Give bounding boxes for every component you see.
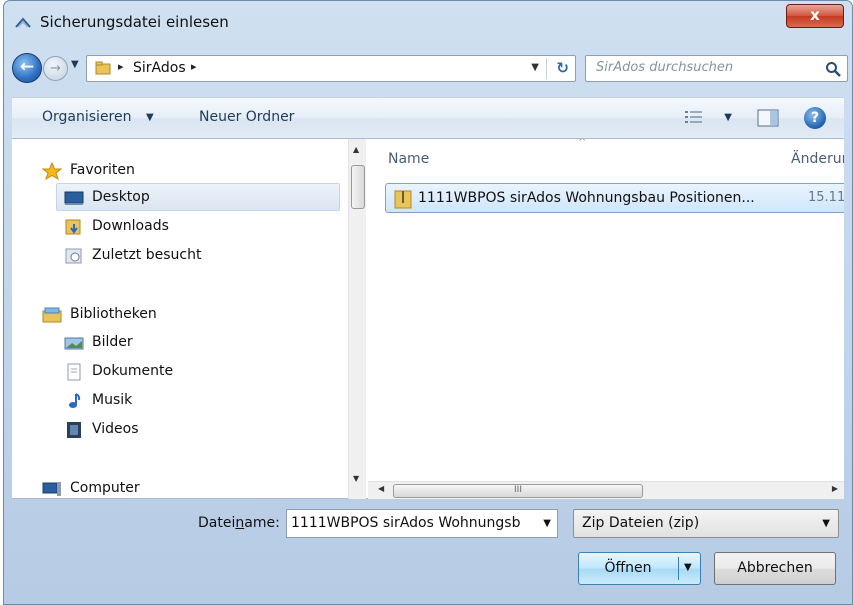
title-bar[interactable]: Sicherungsdatei einlesen x	[4, 1, 852, 45]
forward-button[interactable]: →	[43, 56, 68, 81]
file-open-dialog: Sicherungsdatei einlesen x ← → ▼ ▸ SirAd…	[3, 0, 853, 605]
open-button-label: Öffnen	[604, 560, 652, 576]
search-input[interactable]	[596, 60, 816, 75]
file-type-value: Zip Dateien (zip)	[582, 515, 700, 531]
downloads-folder-icon	[65, 219, 81, 235]
dialog-footer: Dateiname: ▼ Zip Dateien (zip) ▼ Öffnen …	[12, 500, 844, 600]
column-header-date[interactable]: Änderung	[791, 151, 844, 167]
recent-locations-dropdown-icon[interactable]: ▼	[71, 59, 79, 70]
libraries-icon	[42, 307, 62, 323]
nav-item-desktop[interactable]: Desktop	[56, 183, 340, 211]
open-options-dropdown-icon[interactable]: ▼	[684, 562, 692, 573]
preview-pane-icon[interactable]	[757, 108, 779, 128]
close-button[interactable]: x	[786, 4, 844, 28]
filename-field[interactable]	[291, 515, 535, 531]
nav-label: Zuletzt besucht	[92, 247, 202, 263]
open-button[interactable]: Öffnen ▼	[578, 552, 701, 585]
videos-icon	[67, 422, 81, 438]
nav-label: Desktop	[92, 189, 150, 205]
breadcrumb-separator[interactable]: ▸	[191, 60, 197, 73]
divider	[546, 58, 547, 79]
scroll-up-icon[interactable]: ▲	[353, 145, 359, 154]
file-type-select[interactable]: Zip Dateien (zip) ▼	[573, 509, 839, 538]
navigation-scrollbar[interactable]: ▲ ▼	[348, 139, 366, 499]
content-area: Favoriten Desktop Downloads Zuletzt besu…	[12, 139, 844, 499]
folder-icon	[95, 61, 111, 75]
horizontal-scrollbar[interactable]: ◀ III ▶	[368, 481, 844, 499]
back-button[interactable]: ←	[12, 53, 42, 83]
divider	[678, 557, 679, 580]
filename-combobox[interactable]: ▼	[286, 509, 558, 538]
nav-label: Musik	[92, 392, 133, 408]
zip-file-icon	[394, 190, 412, 209]
column-header-row: Name ^ Änderung	[368, 139, 844, 177]
scroll-thumb[interactable]: III	[393, 484, 643, 498]
search-icon[interactable]	[825, 61, 841, 77]
refresh-icon[interactable]: ↻	[556, 59, 569, 77]
breadcrumb-separator[interactable]: ▸	[118, 60, 124, 73]
scroll-down-icon[interactable]: ▼	[353, 474, 359, 483]
help-icon[interactable]: ?	[804, 107, 826, 129]
navigation-pane[interactable]: Favoriten Desktop Downloads Zuletzt besu…	[12, 139, 367, 499]
nav-label: Dokumente	[92, 363, 174, 379]
organize-button[interactable]: Organisieren	[42, 109, 132, 125]
nav-label: Favoriten	[70, 162, 135, 178]
nav-label: Bibliotheken	[70, 306, 157, 322]
documents-icon	[67, 363, 81, 381]
new-folder-button[interactable]: Neuer Ordner	[199, 109, 294, 125]
file-name: 1111WBPOS sirAdos Wohnungsbau Positionen…	[418, 190, 755, 206]
computer-icon	[42, 482, 61, 496]
chevron-down-icon: ▼	[822, 518, 830, 529]
recent-places-icon	[65, 248, 82, 264]
chevron-down-icon[interactable]: ▼	[724, 112, 732, 123]
scroll-thumb[interactable]	[351, 165, 365, 209]
column-header-name[interactable]: Name	[388, 151, 429, 167]
file-date: 15.11.2011	[808, 190, 844, 205]
nav-label: Bilder	[92, 334, 133, 350]
address-dropdown-icon[interactable]: ▼	[531, 62, 539, 73]
cancel-button[interactable]: Abbrechen	[714, 552, 836, 585]
nav-label: Computer	[70, 480, 140, 496]
change-view-icon[interactable]	[684, 109, 704, 125]
dialog-title: Sicherungsdatei einlesen	[40, 13, 229, 31]
command-toolbar: Organisieren ▼ Neuer Ordner ▼ ?	[12, 97, 844, 139]
address-bar-row: ← → ▼ ▸ SirAdos ▸ ▼ ↻	[12, 51, 848, 85]
search-box[interactable]	[585, 55, 848, 82]
nav-label: Downloads	[92, 218, 169, 234]
dialog-icon	[15, 17, 31, 28]
star-icon	[42, 162, 62, 180]
desktop-icon	[64, 191, 84, 205]
filename-label: Dateiname:	[198, 515, 280, 531]
scroll-left-icon[interactable]: ◀	[378, 484, 384, 493]
address-bar[interactable]: ▸ SirAdos ▸ ▼ ↻	[86, 55, 576, 82]
pictures-icon	[64, 337, 84, 350]
file-row[interactable]: 1111WBPOS sirAdos Wohnungsbau Positionen…	[385, 183, 844, 213]
breadcrumb-siradros[interactable]: SirAdos	[133, 60, 186, 76]
file-list-pane[interactable]: Name ^ Änderung 1111WBPOS sirAdos Wohnun…	[368, 139, 844, 499]
sort-ascending-icon: ^	[578, 139, 587, 148]
chevron-down-icon[interactable]: ▼	[146, 112, 154, 123]
chevron-down-icon[interactable]: ▼	[543, 518, 551, 529]
scroll-right-icon[interactable]: ▶	[832, 484, 838, 493]
music-icon	[69, 393, 81, 408]
nav-label: Videos	[92, 421, 139, 437]
